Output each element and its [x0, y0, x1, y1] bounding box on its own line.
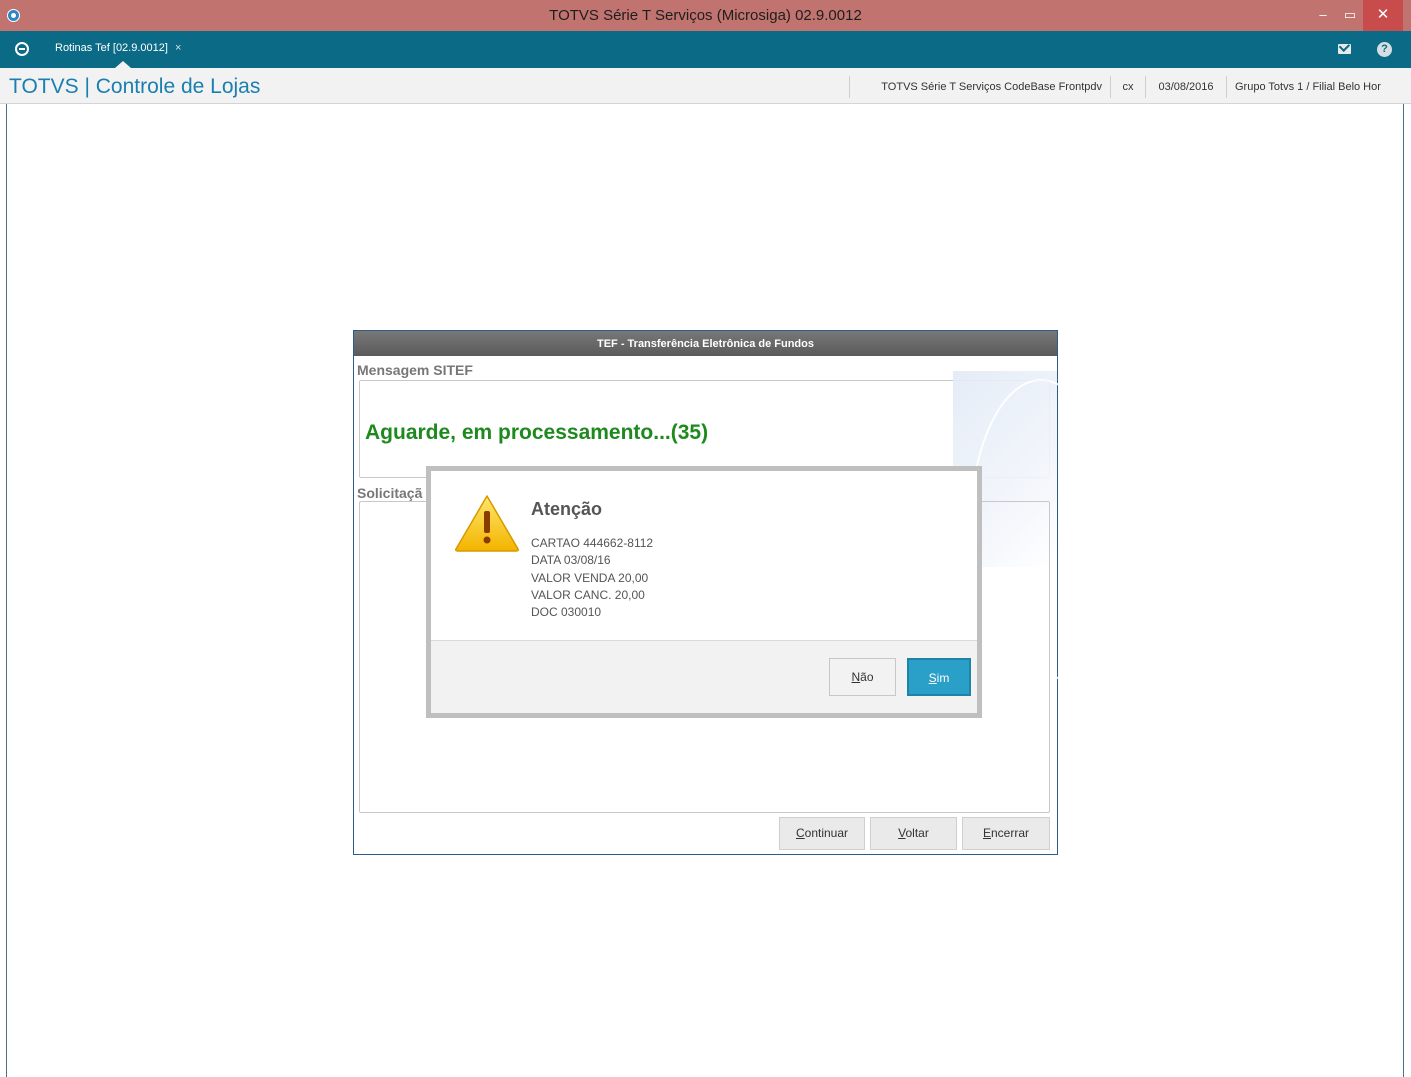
back-button[interactable]: Voltar	[870, 817, 957, 850]
yes-label: im	[936, 671, 950, 685]
message-label: Mensagem SITEF	[357, 362, 473, 378]
dialog-body: Atenção CARTAO 444662-8112 DATA 03/08/16…	[431, 471, 977, 641]
maximize-button[interactable]: ▭	[1337, 0, 1363, 31]
frame-border-right	[1403, 104, 1404, 1077]
yes-accel: S	[928, 671, 937, 685]
back-accel: V	[898, 826, 906, 840]
close-window-button[interactable]: ✕	[1363, 0, 1403, 31]
page-title: TOTVS | Controle de Lojas	[9, 75, 261, 98]
message-box: Aguarde, em processamento...(35)	[359, 380, 1050, 478]
no-button[interactable]: Não	[829, 658, 896, 696]
continue-accel: C	[795, 826, 805, 840]
yes-button[interactable]: Sim	[907, 658, 971, 696]
mail-icon[interactable]	[1338, 44, 1351, 54]
continue-button[interactable]: Continuar	[779, 817, 865, 850]
request-label: Solicitaçã	[357, 485, 423, 501]
warning-icon	[455, 495, 519, 552]
finish-label: ncerrar	[991, 826, 1030, 840]
tab-label: Rotinas Tef [02.9.0012]	[55, 42, 168, 54]
environment-info: TOTVS Série T Serviços CodeBase Frontpdv	[849, 76, 1110, 98]
finish-accel: E	[982, 826, 991, 840]
dialog-line-sale-value: VALOR VENDA 20,00	[531, 571, 649, 585]
minimize-button[interactable]: –	[1309, 0, 1337, 31]
tef-window-title: TEF - Transferência Eletrônica de Fundos	[354, 331, 1057, 356]
user-info: cx	[1110, 76, 1145, 98]
continue-label: ontinuar	[804, 826, 849, 840]
tab-bar: Rotinas Tef [02.9.0012] × ?	[0, 31, 1411, 68]
dialog-line-card: CARTAO 444662-8112	[531, 536, 654, 550]
date-info: 03/08/2016	[1145, 76, 1226, 98]
tab-close-icon[interactable]: ×	[175, 42, 181, 54]
active-tab-indicator	[115, 61, 131, 68]
window-title: TOTVS Série T Serviços (Microsiga) 02.9.…	[549, 7, 862, 24]
help-icon[interactable]: ?	[1377, 42, 1392, 57]
dialog-line-date: DATA 03/08/16	[531, 553, 611, 567]
processing-message: Aguarde, em processamento...(35)	[365, 421, 709, 444]
no-accel: N	[851, 670, 861, 684]
no-label: ão	[860, 670, 874, 684]
dialog-title: Atenção	[531, 499, 603, 519]
branch-info: Grupo Totvs 1 / Filial Belo Hor	[1226, 76, 1406, 98]
attention-dialog: Atenção CARTAO 444662-8112 DATA 03/08/16…	[426, 466, 982, 718]
home-icon[interactable]	[15, 42, 29, 56]
back-label: oltar	[905, 826, 929, 840]
dialog-line-doc: DOC 030010	[531, 605, 602, 619]
finish-button[interactable]: Encerrar	[962, 817, 1050, 850]
window-titlebar: TOTVS Série T Serviços (Microsiga) 02.9.…	[0, 0, 1411, 31]
app-header: TOTVS | Controle de Lojas TOTVS Série T …	[0, 68, 1411, 104]
dialog-line-cancel-value: VALOR CANC. 20,00	[531, 588, 645, 602]
frame-border-left	[6, 104, 7, 1077]
